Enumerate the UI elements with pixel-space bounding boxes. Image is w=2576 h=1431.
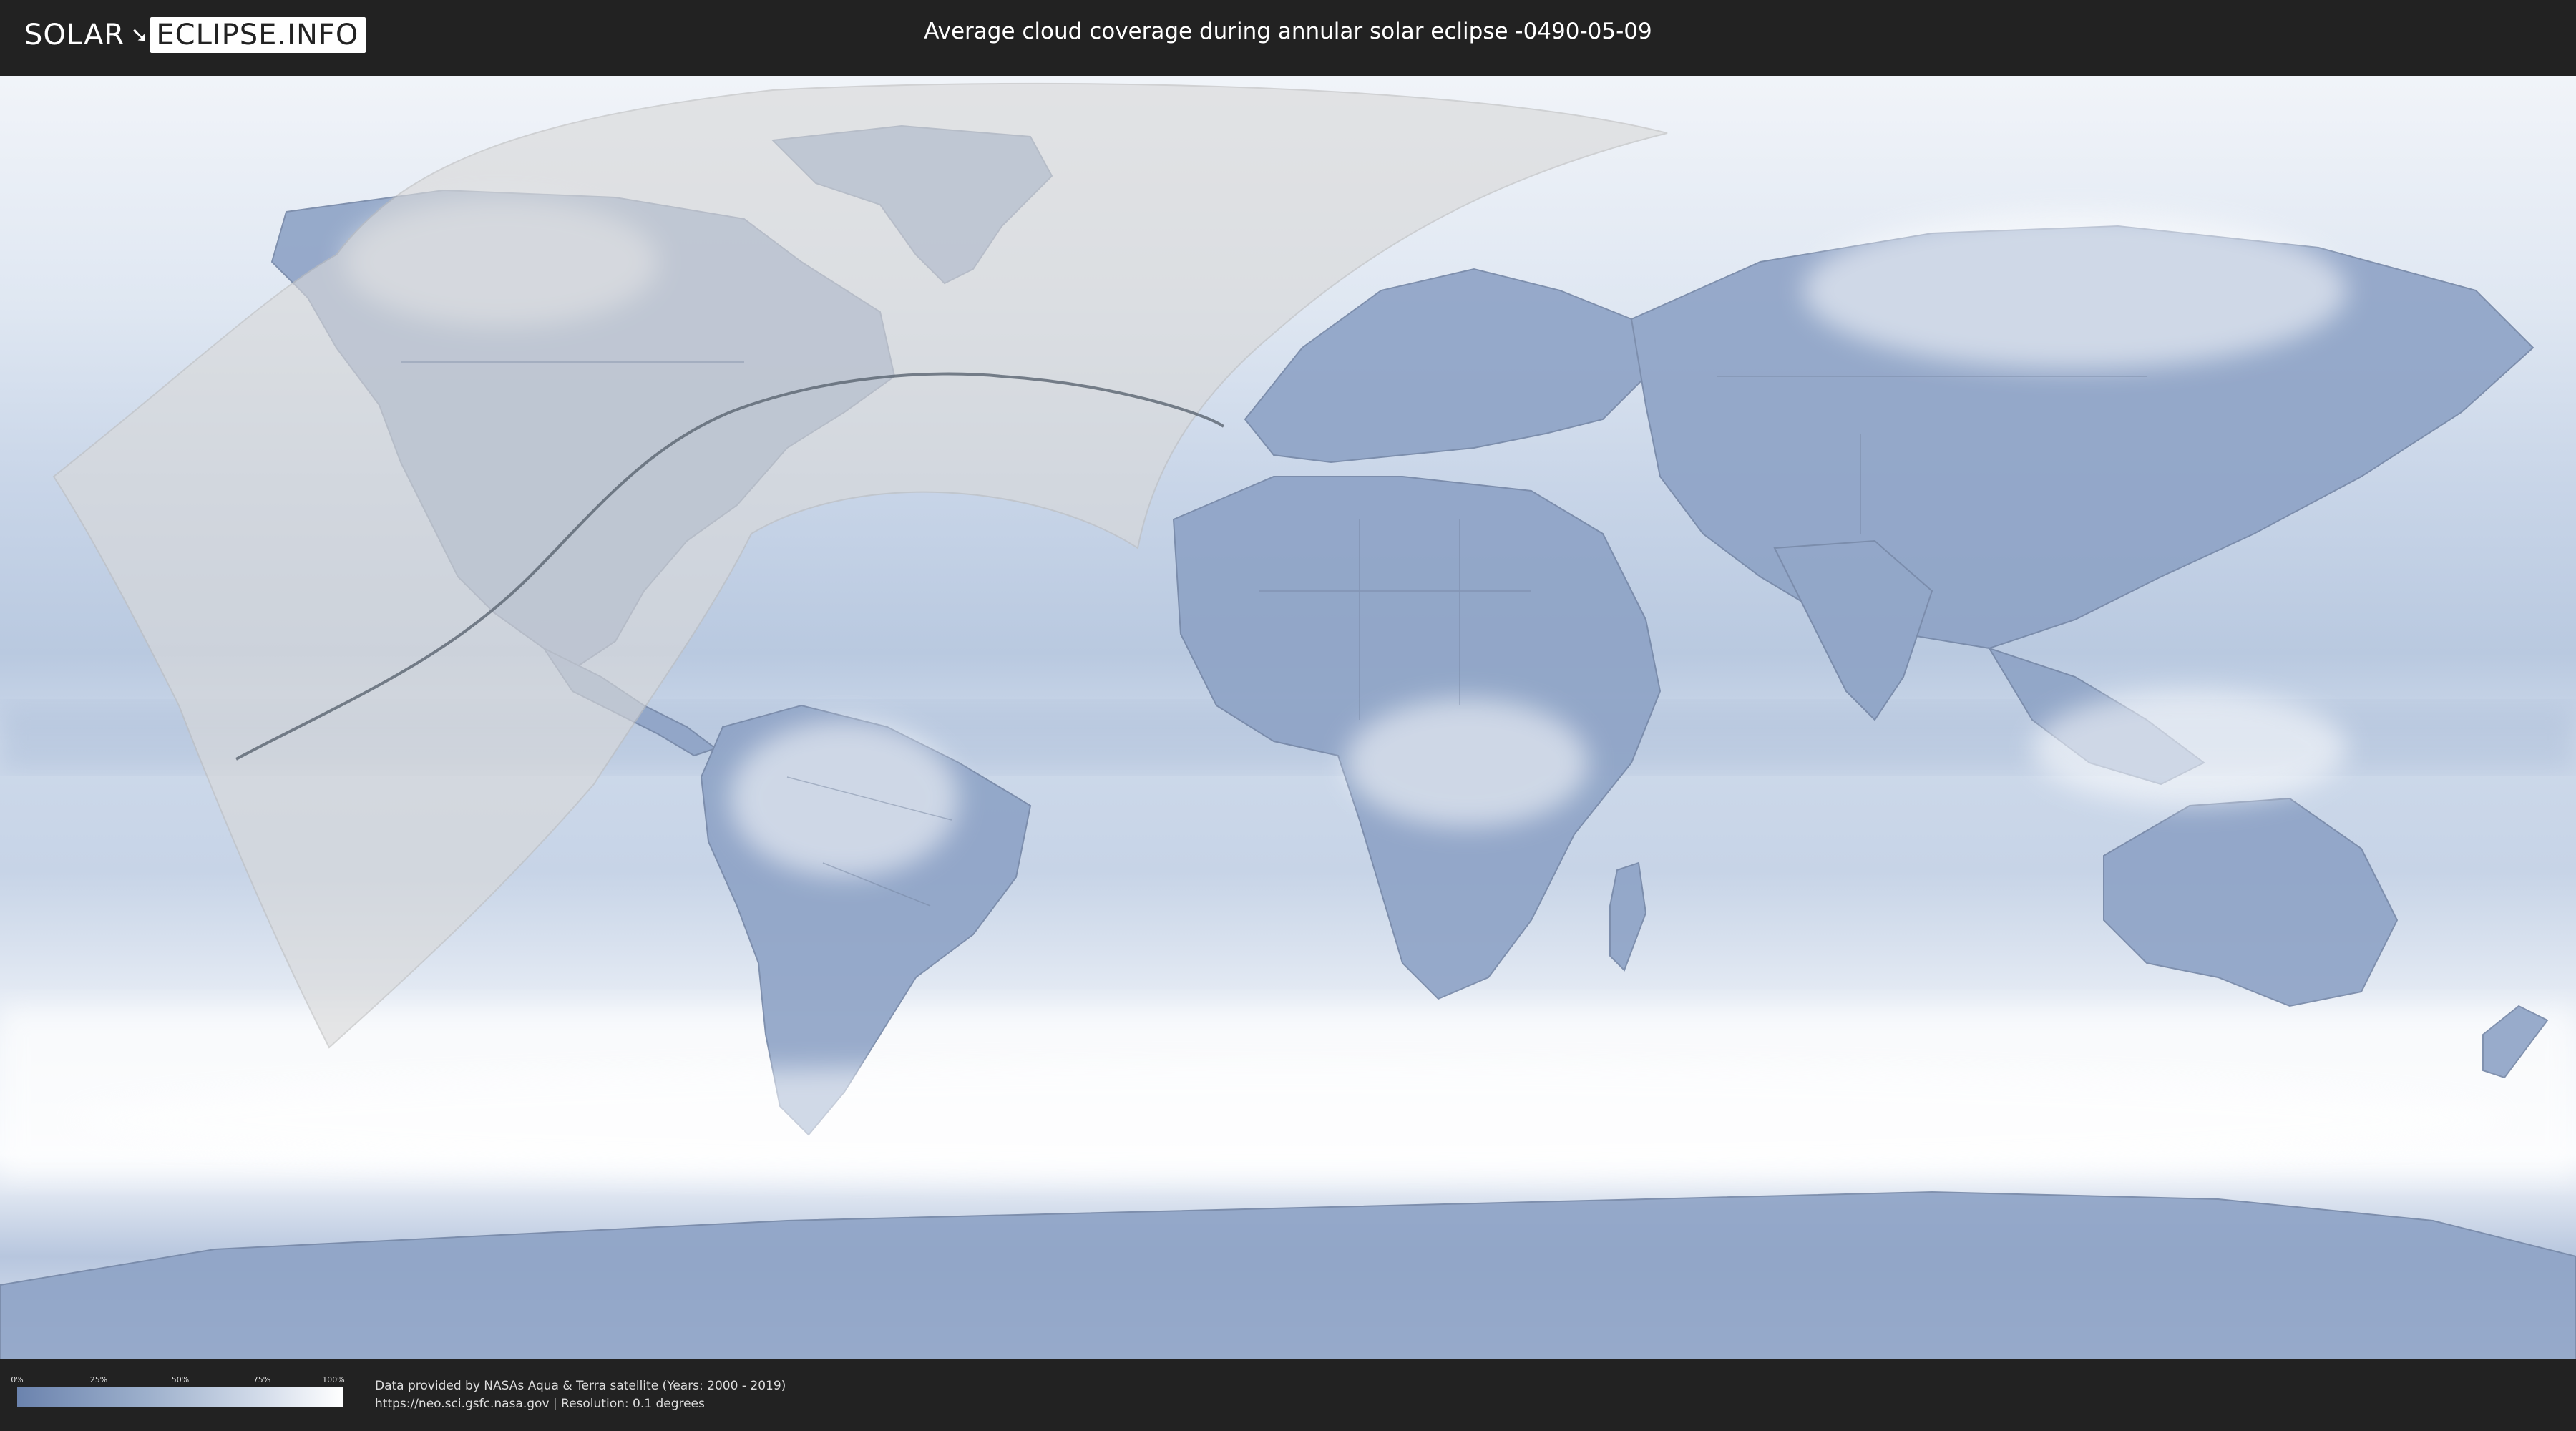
legend-color-bar xyxy=(17,1387,343,1407)
legend-tick-50: 50% xyxy=(171,1375,190,1384)
cloud-coverage-map[interactable] xyxy=(0,76,2576,1359)
logo-arrow-icon: ➘ xyxy=(130,22,150,48)
legend-tick-75: 75% xyxy=(253,1375,271,1384)
legend-ticks: 0% 25% 50% 75% 100% xyxy=(11,1375,345,1385)
logo-text-eclipse: ECLIPSE.INFO xyxy=(150,17,366,53)
cloud-coverage-legend: 0% 25% 50% 75% 100% xyxy=(11,1375,345,1407)
page-title: Average cloud coverage during annular so… xyxy=(924,19,1652,44)
map-container[interactable] xyxy=(0,76,2576,1359)
header-bar: SOLAR ➘ ECLIPSE.INFO Average cloud cover… xyxy=(0,0,2576,72)
credit-line-url[interactable]: https://neo.sci.gsfc.nasa.gov | Resoluti… xyxy=(375,1395,786,1413)
legend-tick-25: 25% xyxy=(89,1375,108,1384)
cloud-patch-indonesia xyxy=(2032,691,2347,806)
legend-tick-100: 100% xyxy=(322,1375,345,1384)
cloud-patch-siberia xyxy=(1803,212,2347,369)
cloud-patch-amazon xyxy=(730,720,959,877)
logo-text-solar: SOLAR xyxy=(24,19,125,52)
credit-line-source: Data provided by NASAs Aqua & Terra sate… xyxy=(375,1379,786,1393)
legend-tick-0: 0% xyxy=(11,1375,24,1384)
cloud-patch-southern-ocean xyxy=(72,1063,2504,1178)
site-logo[interactable]: SOLAR ➘ ECLIPSE.INFO xyxy=(20,16,366,54)
data-credits: Data provided by NASAs Aqua & Terra sate… xyxy=(375,1377,786,1413)
cloud-patch-central-africa xyxy=(1345,698,1589,827)
